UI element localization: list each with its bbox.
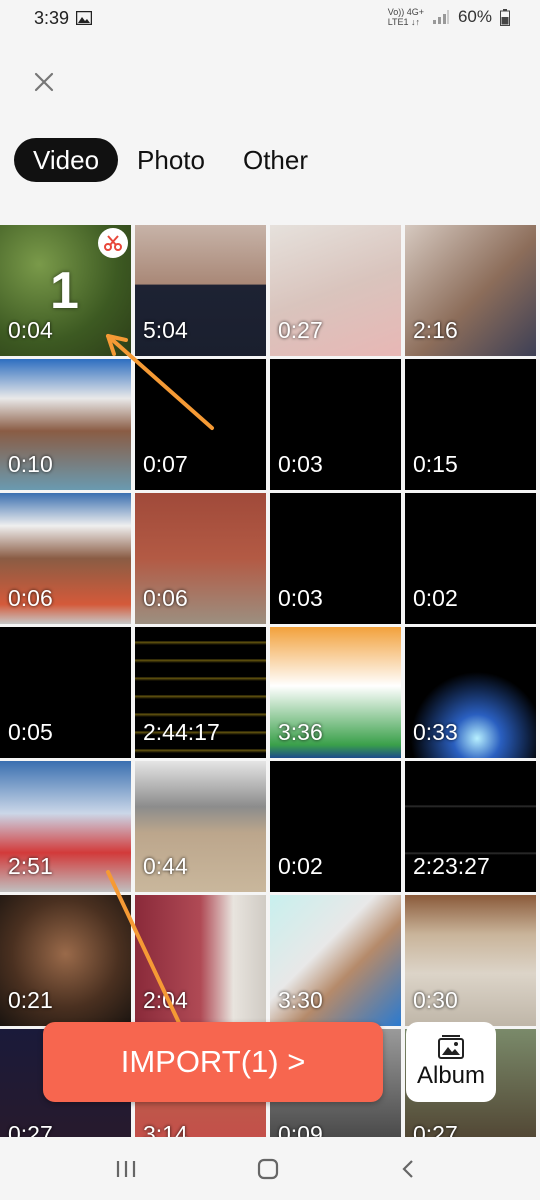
media-type-tabs: Video Photo Other [14,138,327,182]
recent-apps-icon [116,1161,136,1177]
video-duration: 0:03 [278,451,323,477]
signal-icon [432,10,449,24]
status-indicators: Vo)) 4G+ LTE1 ↓↑ 60% [388,7,510,27]
video-duration: 0:27 [8,1121,53,1137]
tab-video[interactable]: Video [14,138,119,182]
video-thumbnail[interactable]: 0:03 [270,359,401,490]
close-icon [34,72,54,92]
video-duration: 0:06 [143,585,188,611]
video-thumbnail[interactable]: 0:03 [270,493,401,624]
network-indicator: Vo)) 4G+ LTE1 ↓↑ [387,7,424,27]
video-duration: 0:21 [8,987,53,1013]
video-thumbnail[interactable]: 5:04 [135,225,266,356]
video-duration: 0:30 [413,987,458,1013]
video-duration: 3:30 [278,987,323,1013]
video-thumbnail[interactable]: 0:21 [0,895,131,1026]
system-nav-bar [0,1137,540,1200]
battery-icon [500,8,510,26]
video-duration: 2:16 [413,317,458,343]
video-duration: 5:04 [143,317,188,343]
video-duration: 0:10 [8,451,53,477]
video-duration: 0:07 [143,451,188,477]
video-thumbnail[interactable]: 2:51 [0,761,131,892]
album-label: Album [416,1062,486,1089]
edit-badge[interactable] [98,228,128,258]
gallery-notification-icon [76,11,92,25]
video-thumbnail[interactable]: 0:06 [0,493,131,624]
selection-number: 1 [50,262,79,320]
video-thumbnail[interactable]: 0:30 [405,895,536,1026]
status-time: 3:39 [34,8,70,28]
video-duration: 0:27 [278,317,323,343]
video-thumbnail[interactable]: 0:15 [405,359,536,490]
video-duration: 2:51 [8,853,53,879]
video-duration: 0:04 [8,317,53,343]
video-duration: 2:44:17 [143,719,220,745]
video-thumbnail[interactable]: 0:02 [270,761,401,892]
video-thumbnail[interactable]: 0:06 [135,493,266,624]
video-thumbnail[interactable]: 2:04 [135,895,266,1026]
video-duration: 0:02 [278,853,323,879]
video-duration: 0:44 [143,853,188,879]
video-duration: 3:36 [278,719,323,745]
video-thumbnail[interactable]: 0:33 [405,627,536,758]
video-duration: 0:27 [413,1121,458,1137]
video-duration: 0:15 [413,451,458,477]
video-duration: 0:05 [8,719,53,745]
video-thumbnail[interactable]: 3:36 [270,627,401,758]
video-duration: 0:03 [278,585,323,611]
video-duration: 0:06 [8,585,53,611]
tab-photo[interactable]: Photo [118,138,224,182]
video-duration: 0:33 [413,719,458,745]
video-thumbnail[interactable]: 0:02 [405,493,536,624]
video-thumbnail[interactable]: 2:16 [405,225,536,356]
video-thumbnail[interactable]: 1 0:04 [0,225,131,356]
back-icon [402,1160,413,1178]
recent-apps-button[interactable] [106,1155,146,1183]
album-icon [438,1035,464,1059]
back-button[interactable] [388,1155,428,1183]
video-thumbnail[interactable]: 2:23:27 [405,761,536,892]
video-duration: 2:04 [143,987,188,1013]
video-duration: 2:23:27 [413,853,490,879]
video-thumbnail[interactable]: 0:10 [0,359,131,490]
video-thumbnail[interactable]: 0:27 [270,225,401,356]
home-button[interactable] [248,1155,288,1183]
video-duration: 3:14 [143,1121,188,1137]
video-duration: 0:09 [278,1121,323,1137]
home-icon [257,1158,279,1180]
album-button[interactable]: Album [406,1022,496,1102]
video-thumbnail[interactable]: 0:05 [0,627,131,758]
battery-percent: 60% [457,7,492,26]
status-bar: 3:39 Vo)) 4G+ LTE1 ↓↑ 60% [0,0,540,38]
video-duration: 0:02 [413,585,458,611]
video-thumbnail[interactable]: 3:30 [270,895,401,1026]
import-button[interactable]: IMPORT(1) > [43,1022,383,1102]
video-grid: 1 0:04 5:04 0:27 2:16 0:10 0:07 0:03 0:1… [0,225,540,1137]
video-thumbnail[interactable]: 0:07 [135,359,266,490]
video-thumbnail[interactable]: 2:44:17 [135,627,266,758]
close-button[interactable] [28,66,60,98]
tab-other[interactable]: Other [224,138,327,182]
scissors-icon [104,235,122,251]
video-thumbnail[interactable]: 0:44 [135,761,266,892]
